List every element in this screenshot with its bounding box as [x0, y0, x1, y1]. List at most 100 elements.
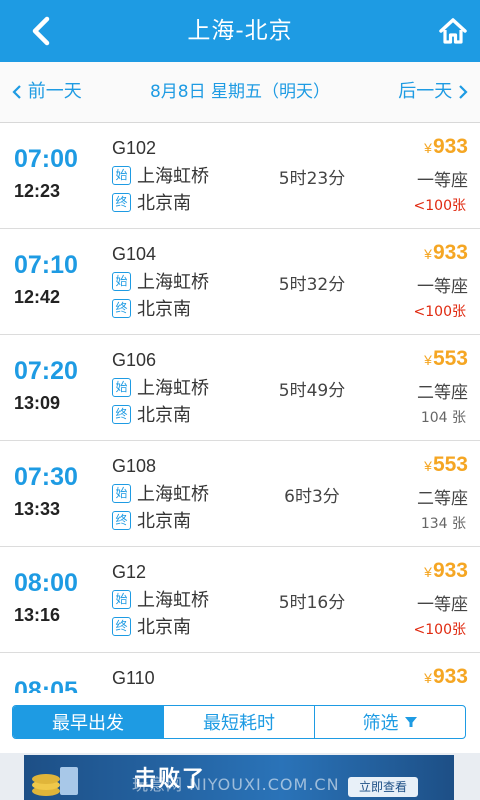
- train-row[interactable]: 07:30 13:33 G108 始上海虹桥 终北京南 6时3分 ¥553 二等…: [0, 441, 480, 547]
- origin-station: 始上海虹桥: [112, 162, 209, 188]
- chevron-right-icon: [459, 85, 468, 99]
- terminal-station: 终北京南: [112, 507, 191, 533]
- date-navigation-bar: 前一天 8月8日 星期五（明天） 后一天: [0, 62, 480, 123]
- tickets-remaining: 104 张: [420, 410, 466, 426]
- price: ¥933: [424, 135, 468, 159]
- arrival-time: 12:42: [14, 287, 61, 307]
- origin-badge: 始: [112, 377, 131, 397]
- tickets-remaining: <100张: [413, 198, 466, 214]
- currency-symbol: ¥: [424, 246, 432, 262]
- title-bar: 上海-北京: [0, 0, 480, 62]
- duration: 5时49分: [278, 381, 346, 401]
- train-row[interactable]: 07:20 13:09 G106 始上海虹桥 终北京南 5时49分 ¥553 二…: [0, 335, 480, 441]
- home-icon: [439, 18, 467, 44]
- currency-symbol: ¥: [424, 670, 432, 686]
- origin-station: 始上海虹桥: [112, 374, 209, 400]
- train-list: 07:00 12:23 G102 始上海虹桥 终北京南 5时23分 ¥933 一…: [0, 123, 480, 693]
- departure-time: 07:00: [14, 145, 78, 173]
- train-row[interactable]: 08:05 G110 ¥933: [0, 653, 480, 693]
- departure-time: 08:00: [14, 569, 78, 597]
- terminal-badge: 终: [112, 404, 131, 424]
- origin-name: 上海虹桥: [137, 166, 209, 187]
- duration: 5时32分: [278, 275, 346, 295]
- ad-action-button[interactable]: 立即查看: [348, 777, 418, 797]
- duration: 5时16分: [278, 593, 346, 613]
- origin-station: 始上海虹桥: [112, 268, 209, 294]
- origin-name: 上海虹桥: [137, 590, 209, 611]
- price-value: 933: [432, 241, 468, 264]
- arrival-time: 12:23: [14, 181, 61, 201]
- arrival-time: 13:16: [14, 605, 61, 625]
- seat-class: 一等座: [417, 595, 468, 615]
- tickets-remaining: 134 张: [420, 516, 466, 532]
- origin-station: 始上海虹桥: [112, 480, 209, 506]
- terminal-name: 北京南: [137, 193, 191, 214]
- price-value: 553: [432, 453, 468, 476]
- ad-banner[interactable]: 击败了 立即查看 玩意网 NIYOUXI.COM.CN: [0, 753, 480, 800]
- tickets-remaining: <100张: [413, 622, 466, 638]
- price: ¥933: [424, 665, 468, 689]
- origin-badge: 始: [112, 483, 131, 503]
- train-row[interactable]: 08:00 13:16 G12 始上海虹桥 终北京南 5时16分 ¥933 一等…: [0, 547, 480, 653]
- price-value: 933: [432, 135, 468, 158]
- currency-symbol: ¥: [424, 352, 432, 368]
- coins-icon: [32, 767, 78, 796]
- departure-time: 07:20: [14, 357, 78, 385]
- train-row[interactable]: 07:10 12:42 G104 始上海虹桥 终北京南 5时32分 ¥933 一…: [0, 229, 480, 335]
- currency-symbol: ¥: [424, 564, 432, 580]
- sort-tab-bar: 最早出发 最短耗时 筛选: [0, 693, 480, 753]
- terminal-badge: 终: [112, 192, 131, 212]
- train-number: G108: [112, 456, 157, 476]
- tickets-remaining: <100张: [413, 304, 466, 320]
- watermark: 玩意网 NIYOUXI.COM.CN: [132, 775, 340, 794]
- seat-class: 二等座: [417, 383, 468, 403]
- terminal-station: 终北京南: [112, 295, 191, 321]
- price: ¥933: [424, 241, 468, 265]
- filter-funnel-icon: [404, 717, 417, 727]
- origin-station: 始上海虹桥: [112, 586, 209, 612]
- tab-earliest-departure[interactable]: 最早出发: [13, 706, 163, 738]
- duration: 5时23分: [278, 169, 346, 189]
- train-number: G102: [112, 138, 157, 158]
- filter-label: 筛选: [362, 713, 399, 734]
- price: ¥933: [424, 559, 468, 583]
- duration: 6时3分: [284, 487, 340, 507]
- terminal-name: 北京南: [137, 511, 191, 532]
- terminal-badge: 终: [112, 510, 131, 530]
- seat-class: 二等座: [417, 489, 468, 509]
- train-number: G104: [112, 244, 157, 264]
- origin-name: 上海虹桥: [137, 272, 209, 293]
- seat-class: 一等座: [417, 277, 468, 297]
- origin-badge: 始: [112, 165, 131, 185]
- train-number: G110: [112, 668, 155, 688]
- terminal-badge: 终: [112, 616, 131, 636]
- terminal-station: 终北京南: [112, 401, 191, 427]
- terminal-badge: 终: [112, 298, 131, 318]
- train-number: G106: [112, 350, 157, 370]
- origin-name: 上海虹桥: [137, 378, 209, 399]
- home-button[interactable]: [436, 14, 470, 48]
- price-value: 553: [432, 347, 468, 370]
- price-value: 933: [432, 559, 468, 582]
- currency-symbol: ¥: [424, 140, 432, 156]
- origin-badge: 始: [112, 271, 131, 291]
- train-row[interactable]: 07:00 12:23 G102 始上海虹桥 终北京南 5时23分 ¥933 一…: [0, 123, 480, 229]
- price: ¥553: [424, 453, 468, 477]
- arrival-time: 13:33: [14, 499, 61, 519]
- price: ¥553: [424, 347, 468, 371]
- tab-filter[interactable]: 筛选: [314, 706, 465, 738]
- origin-name: 上海虹桥: [137, 484, 209, 505]
- departure-time: 07:10: [14, 251, 78, 279]
- sort-tabs: 最早出发 最短耗时 筛选: [12, 705, 466, 739]
- next-day-button[interactable]: 后一天: [398, 62, 468, 122]
- origin-badge: 始: [112, 589, 131, 609]
- currency-symbol: ¥: [424, 458, 432, 474]
- page-title: 上海-北京: [187, 18, 293, 44]
- terminal-name: 北京南: [137, 405, 191, 426]
- seat-class: 一等座: [417, 171, 468, 191]
- terminal-station: 终北京南: [112, 189, 191, 215]
- terminal-name: 北京南: [137, 299, 191, 320]
- train-number: G12: [112, 562, 147, 582]
- tab-shortest-duration[interactable]: 最短耗时: [163, 706, 314, 738]
- terminal-name: 北京南: [137, 617, 191, 638]
